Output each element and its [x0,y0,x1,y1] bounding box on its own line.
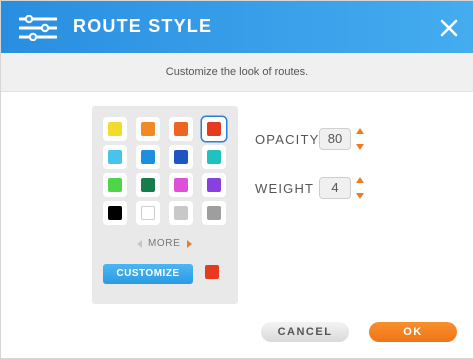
dialog-title: ROUTE STYLE [73,16,213,36]
color-swatch[interactable] [202,145,226,169]
swatch-color-chip [141,206,155,220]
color-swatch[interactable] [103,173,127,197]
swatch-color-chip [174,150,188,164]
color-swatch[interactable] [169,145,193,169]
color-swatch[interactable] [103,201,127,225]
color-swatch[interactable] [169,173,193,197]
color-swatch[interactable] [136,117,160,141]
swatch-color-chip [174,178,188,192]
arrow-right-icon [187,240,192,248]
swatch-color-chip [207,178,221,192]
arrow-left-icon [137,240,142,248]
color-swatch[interactable] [202,117,226,141]
swatch-color-chip [108,178,122,192]
swatch-color-chip [141,178,155,192]
opacity-increment-icon[interactable] [356,128,364,134]
more-label: MORE [148,238,181,249]
swatch-color-chip [174,206,188,220]
weight-increment-icon[interactable] [356,177,364,183]
close-icon[interactable] [437,16,461,40]
swatch-color-chip [141,150,155,164]
sliders-icon [19,15,57,41]
swatch-color-chip [207,122,221,136]
weight-label: WEIGHT [255,181,315,196]
cancel-button[interactable]: CANCEL [261,322,349,342]
ok-button[interactable]: OK [369,322,457,342]
weight-decrement-icon[interactable] [356,193,364,199]
color-swatch[interactable] [103,117,127,141]
color-swatch[interactable] [103,145,127,169]
dialog-header: ROUTE STYLE [1,1,473,53]
color-swatch[interactable] [136,173,160,197]
swatch-color-chip [174,122,188,136]
color-swatch[interactable] [169,201,193,225]
color-swatch[interactable] [136,145,160,169]
swatch-color-chip [108,122,122,136]
route-style-dialog: ROUTE STYLE Customize the look of routes… [0,0,474,359]
opacity-label: OPACITY [255,132,320,147]
current-color-swatch [205,265,219,279]
swatch-color-chip [141,122,155,136]
swatch-color-chip [207,206,221,220]
color-swatch[interactable] [169,117,193,141]
swatch-color-chip [207,150,221,164]
opacity-decrement-icon[interactable] [356,144,364,150]
color-swatch[interactable] [136,201,160,225]
swatch-color-chip [108,150,122,164]
color-swatch[interactable] [202,201,226,225]
swatch-color-chip [108,206,122,220]
color-swatch[interactable] [202,173,226,197]
opacity-input[interactable]: 80 [319,128,351,150]
more-colors-button[interactable]: MORE [137,237,195,251]
dialog-subtitle: Customize the look of routes. [1,53,473,92]
customize-button[interactable]: CUSTOMIZE [103,264,193,284]
weight-input[interactable]: 4 [319,177,351,199]
